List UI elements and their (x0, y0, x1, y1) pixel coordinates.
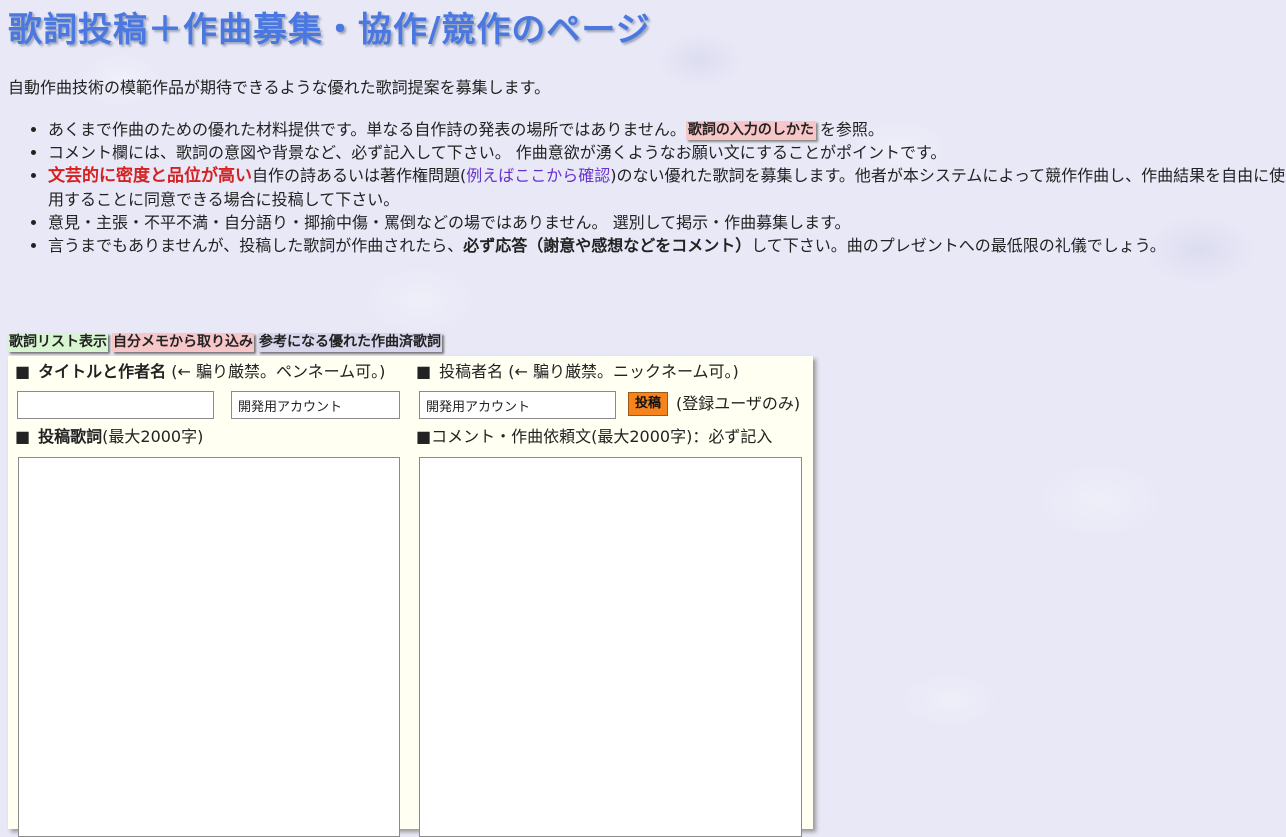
guideline-item: 意見・主張・不平不満・自分語り・揶揄中傷・罵倒などの場ではありません。 選別して… (48, 211, 1286, 234)
lyrics-input-guide-button[interactable]: 歌詞の入力のしかた (685, 121, 816, 140)
square-bullet-icon: ■ (416, 362, 432, 381)
square-bullet-icon: ■ (15, 362, 31, 381)
author-name-input[interactable] (231, 391, 400, 419)
guideline-item: 言うまでもありませんが、投稿した歌詞が作曲されたら、必ず応答（謝意や感想などをコ… (48, 234, 1286, 257)
guideline-text: コメント欄には、歌詞の意図や背景など、必ず記入して下さい。 作曲意欲が湧くような… (48, 143, 947, 162)
post-button[interactable]: 投稿 (628, 392, 669, 416)
guideline-text: して下さい。曲のプレゼントへの最低限の礼儀でしょう。 (751, 236, 1166, 255)
square-bullet-icon: ■ (416, 427, 432, 446)
guideline-item: コメント欄には、歌詞の意図や背景など、必ず記入して下さい。 作曲意欲が湧くような… (48, 141, 1286, 164)
guideline-item: 文芸的に密度と品位が高い自作の詩あるいは著作権問題(例えばここから確認)のない優… (48, 164, 1286, 211)
show-lyrics-list-button[interactable]: 歌詞リスト表示 (8, 333, 108, 352)
square-bullet-icon: ■ (15, 427, 31, 446)
post-button-note: (登録ユーザのみ) (676, 394, 801, 413)
guideline-text: を参照。 (819, 120, 884, 139)
intro-text: 自動作曲技術の模範作品が期待できるような優れた歌詞提案を募集します。 (8, 78, 551, 97)
guideline-text: あくまで作曲のための優れた材料提供です。単なる自作詩の発表の場所ではありません。 (48, 120, 686, 139)
reference-lyrics-button[interactable]: 参考になる優れた作曲済歌詞 (258, 333, 442, 352)
lyrics-textarea[interactable] (18, 457, 400, 837)
poster-name-input[interactable] (419, 391, 616, 419)
guidelines-list: あくまで作曲のための優れた材料提供です。単なる自作詩の発表の場所ではありません。… (8, 118, 1286, 257)
action-tabs: 歌詞リスト表示 自分メモから取り込み 参考になる優れた作曲済歌詞 (8, 333, 442, 352)
comment-textarea[interactable] (419, 457, 802, 837)
guideline-item: あくまで作曲のための優れた材料提供です。単なる自作詩の発表の場所ではありません。… (48, 118, 1286, 141)
guideline-text: 言うまでもありませんが、投稿した歌詞が作曲されたら、 (48, 236, 464, 255)
copyright-check-link[interactable]: 例えばここから確認 (466, 166, 610, 185)
lyrics-title-input[interactable] (17, 391, 214, 419)
poster-name-label: ■ 投稿者名 (← 騙り厳禁。ニックネーム可。) (416, 362, 739, 381)
guideline-text: 意見・主張・不平不満・自分語り・揶揄中傷・罵倒などの場ではありません。 選別して… (48, 213, 851, 232)
guideline-text: 自作の詩あるいは著作権問題( (252, 166, 467, 185)
lyrics-label: ■ 投稿歌詞(最大2000字) (15, 427, 204, 446)
lyrics-post-form: ■ タイトルと作者名 (← 騙り厳禁。ペンネーム可。) ■ 投稿者名 (← 騙り厳禁… (8, 356, 813, 837)
import-from-memo-button[interactable]: 自分メモから取り込み (112, 333, 254, 352)
response-emphasis: 必ず応答（謝意や感想などをコメント） (463, 236, 752, 255)
page-title: 歌詞投稿＋作曲募集・協作/競作のページ (8, 10, 651, 50)
title-author-label: ■ タイトルと作者名 (← 騙り厳禁。ペンネーム可。) (15, 362, 386, 381)
comment-label: ■コメント・作曲依頼文(最大2000字)：必ず記入 (416, 427, 773, 446)
quality-emphasis: 文芸的に密度と品位が高い (48, 166, 252, 186)
